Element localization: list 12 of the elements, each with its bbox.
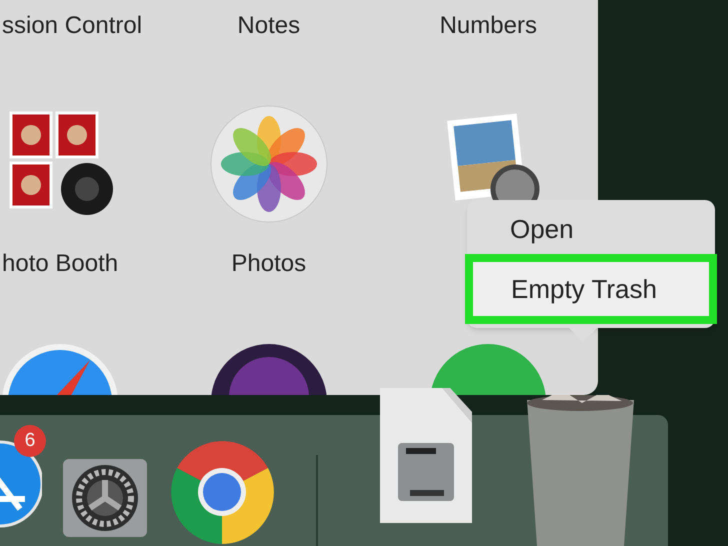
notification-badge: 6 bbox=[14, 425, 46, 457]
chrome-icon[interactable] bbox=[168, 438, 276, 546]
app-label: Numbers bbox=[440, 11, 537, 41]
app-label: Notes bbox=[237, 11, 300, 41]
flower-icon[interactable] bbox=[208, 104, 329, 224]
app-label: Photos bbox=[231, 249, 306, 279]
app-label: hoto Booth bbox=[2, 249, 118, 279]
app-label: ssion Control bbox=[2, 11, 142, 41]
document-drive-icon[interactable] bbox=[380, 388, 472, 523]
menu-item[interactable]: Empty Trash bbox=[465, 254, 717, 324]
gear-icon[interactable] bbox=[62, 458, 148, 538]
menu-item[interactable]: Open bbox=[467, 204, 715, 254]
